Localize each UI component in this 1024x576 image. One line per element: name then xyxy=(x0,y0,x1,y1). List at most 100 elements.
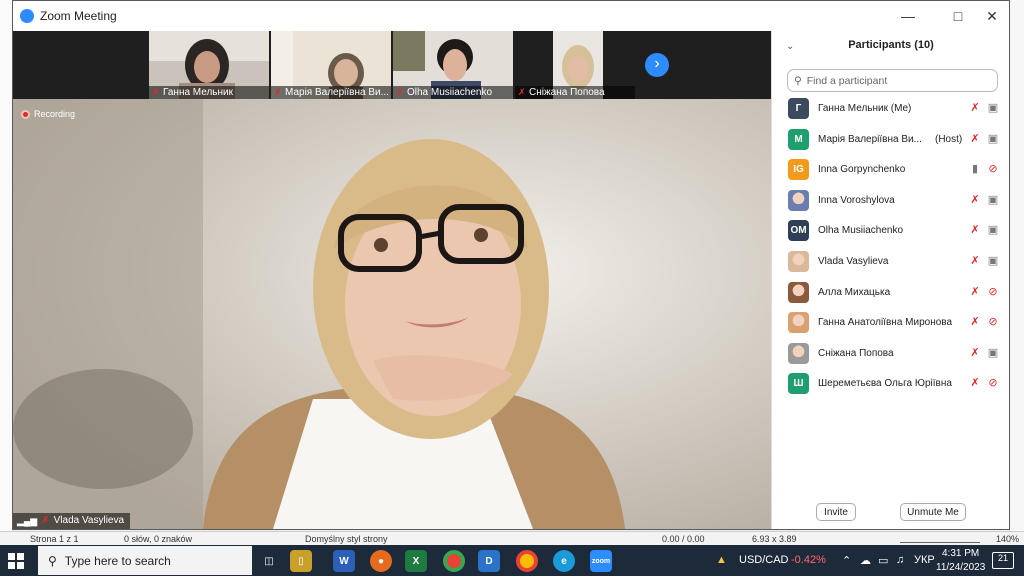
title-bar: Zoom Meeting — □ ✕ xyxy=(13,1,1009,31)
muted-mic-icon[interactable]: ✗ xyxy=(969,316,981,329)
participants-title: Participants (10) xyxy=(848,39,934,51)
avatar xyxy=(788,281,809,303)
taskbar-search-input[interactable]: ⚲ Type here to search xyxy=(38,546,252,575)
participant-row[interactable]: Сніжана Попова ✗ ▣ xyxy=(772,339,1010,369)
tray-chevron-icon[interactable]: ⌃ xyxy=(842,554,851,567)
signal-bars-icon: ▂▄▆ xyxy=(17,516,38,526)
participant-thumbnail[interactable]: ✗ Марія Валеріївна Ви... xyxy=(271,31,391,99)
participant-name: Olha Musiiachenko xyxy=(818,225,904,237)
background-toolbar-edge xyxy=(1010,0,1024,532)
firefox-icon[interactable]: ● xyxy=(370,550,392,572)
video-off-icon[interactable]: ⊘ xyxy=(987,316,999,329)
zoom-level: 140% xyxy=(996,534,1020,544)
chevron-right-icon: › xyxy=(654,55,660,72)
avatar xyxy=(788,342,809,364)
excel-app-icon[interactable]: X xyxy=(405,550,427,572)
ticker-symbol[interactable]: USD/CAD xyxy=(739,554,789,566)
speaker-name: Vlada Vasylieva xyxy=(53,515,125,526)
recording-dot-icon xyxy=(21,109,30,119)
network-icon[interactable]: ☁ xyxy=(860,554,871,567)
minimize-icon[interactable]: — xyxy=(891,1,925,31)
participant-name: Алла Михацька xyxy=(818,286,891,298)
avatar: OM xyxy=(788,220,809,242)
muted-mic-icon[interactable]: ✗ xyxy=(969,286,981,299)
video-camera-icon[interactable]: ▣ xyxy=(987,224,999,237)
page-count: Strona 1 z 1 xyxy=(30,534,79,544)
participant-thumbnail[interactable]: ✗ Olha Musiiachenko xyxy=(393,31,513,99)
notifications-badge[interactable]: 21 xyxy=(992,552,1014,569)
docs-app-icon[interactable]: D xyxy=(478,550,500,572)
close-icon[interactable]: ✕ xyxy=(975,1,1009,31)
participant-thumbnail[interactable]: ✗ Ганна Мельник xyxy=(149,31,269,99)
muted-mic-icon[interactable]: ✗ xyxy=(969,102,981,115)
word-app-icon[interactable]: W xyxy=(333,550,355,572)
host-role-label: (Host) xyxy=(935,133,963,145)
muted-mic-icon[interactable]: ✗ xyxy=(969,133,981,146)
video-off-icon[interactable]: ⊘ xyxy=(987,377,999,390)
chrome-icon[interactable] xyxy=(443,550,465,572)
taskbar: ⚲ Type here to search ◫ ▯ W ● X D e zoom… xyxy=(0,545,1024,576)
video-camera-icon[interactable]: ▣ xyxy=(987,255,999,268)
participant-row[interactable]: Inna Voroshylova ✗ ▣ xyxy=(772,186,1010,216)
stocks-widget-icon: ▲ xyxy=(716,554,727,566)
next-page-button[interactable]: › xyxy=(645,53,669,77)
zoom-app-icon[interactable]: zoom xyxy=(590,550,612,572)
participant-search-input[interactable]: ⚲ Find a participant xyxy=(787,69,998,92)
video-camera-icon[interactable]: ▣ xyxy=(987,133,999,146)
muted-mic-icon[interactable]: ✗ xyxy=(969,224,981,237)
file-explorer-icon[interactable]: ▯ xyxy=(290,550,312,572)
participant-row[interactable]: М Марія Валеріївна Ви... (Host) ✗ ▣ xyxy=(772,125,1010,155)
speaker-video-image xyxy=(13,99,771,529)
participant-row[interactable]: Г Ганна Мельник (Me) ✗ ▣ xyxy=(772,94,1010,124)
video-off-icon[interactable]: ⊘ xyxy=(987,163,999,176)
participant-row[interactable]: Ганна Анатоліївна Миронова ✗ ⊘ xyxy=(772,308,1010,338)
participant-row[interactable]: OM Olha Musiiachenko ✗ ▣ xyxy=(772,216,1010,246)
muted-mic-icon: ✗ xyxy=(274,87,282,97)
participant-name: Сніжана Попова xyxy=(818,347,894,359)
invite-button[interactable]: Invite xyxy=(816,503,856,521)
avatar: М xyxy=(788,128,809,150)
video-camera-icon[interactable]: ▣ xyxy=(987,102,999,115)
avatar: Г xyxy=(788,98,809,119)
thumbnail-name: ✗ Olha Musiiachenko xyxy=(393,86,513,99)
language-indicator[interactable]: УКР xyxy=(914,554,935,566)
unmute-me-button[interactable]: Unmute Me xyxy=(900,503,966,521)
chrome-profile-icon[interactable] xyxy=(516,550,538,572)
muted-mic-icon[interactable]: ✗ xyxy=(969,255,981,268)
word-count: 0 słów, 0 znaków xyxy=(124,534,193,544)
zoom-slider[interactable] xyxy=(900,535,980,543)
participant-row[interactable]: Ш Шереметьєва Ольга Юріївна ✗ ⊘ xyxy=(772,369,1010,399)
thumbnail-name: ✗ Сніжана Попова xyxy=(515,86,635,99)
muted-mic-icon[interactable]: ✗ xyxy=(969,377,981,390)
participant-row[interactable]: Vlada Vasylieva ✗ ▣ xyxy=(772,247,1010,277)
video-camera-icon[interactable]: ▣ xyxy=(987,347,999,360)
battery-icon[interactable]: ▭ xyxy=(878,554,888,567)
muted-mic-icon[interactable]: ✗ xyxy=(969,347,981,360)
task-view-icon[interactable]: ◫ xyxy=(258,550,280,572)
avatar: IG xyxy=(788,159,809,181)
participant-thumbnail[interactable]: ✗ Сніжана Попова xyxy=(515,31,635,99)
muted-mic-icon[interactable]: ✗ xyxy=(969,194,981,207)
avatar xyxy=(788,251,809,272)
active-speaker-video[interactable]: Recording ▂▄▆ ✗ Vlada Vasylieva xyxy=(13,99,771,529)
cursor-position: 0.00 / 0.00 xyxy=(662,534,705,544)
participant-row[interactable]: IG Inna Gorpynchenko ▮ ⊘ xyxy=(772,155,1010,185)
edge-icon[interactable]: e xyxy=(553,550,575,572)
search-icon: ⚲ xyxy=(48,553,57,568)
recording-label: Recording xyxy=(34,109,76,119)
avatar xyxy=(788,189,809,211)
participant-name: Inna Voroshylova xyxy=(818,194,895,206)
thumbnail-name: ✗ Марія Валеріївна Ви... xyxy=(271,86,391,99)
participants-header: ⌄ Participants (10) xyxy=(772,37,1010,57)
participant-name: Inna Gorpynchenko xyxy=(818,164,906,176)
clock-time[interactable]: 4:31 PM xyxy=(942,548,979,559)
volume-icon[interactable]: ♫ xyxy=(896,554,904,566)
mic-icon[interactable]: ▮ xyxy=(969,163,981,176)
muted-mic-icon: ✗ xyxy=(396,87,404,97)
video-off-icon[interactable]: ⊘ xyxy=(987,286,999,299)
maximize-icon[interactable]: □ xyxy=(941,1,975,31)
windows-start-icon[interactable] xyxy=(8,553,24,569)
clock-date[interactable]: 11/24/2023 xyxy=(936,562,985,573)
video-camera-icon[interactable]: ▣ xyxy=(987,194,999,207)
participant-row[interactable]: Алла Михацька ✗ ⊘ xyxy=(772,278,1010,308)
